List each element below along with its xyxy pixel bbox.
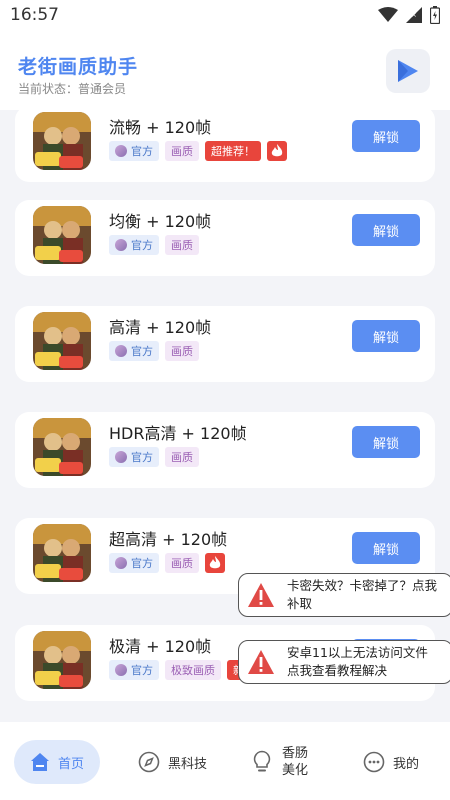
official-dot-icon bbox=[115, 451, 127, 463]
game-thumbnail bbox=[33, 112, 91, 170]
fire-badge bbox=[205, 553, 225, 573]
nav-mine[interactable]: 我的 bbox=[363, 740, 419, 784]
official-dot-icon bbox=[115, 239, 127, 251]
warning-icon bbox=[248, 583, 274, 607]
nav-beauty-label: 香肠美化 bbox=[282, 746, 309, 778]
preset-name: 极清 + 120帧 bbox=[109, 637, 212, 656]
battery-icon bbox=[430, 6, 440, 24]
official-tag-label: 官方 bbox=[131, 451, 153, 464]
preset-list: 流畅 + 120帧 官方 画质 超推荐！ 解锁 均衡 + 120帧 官方 画质 解锁 高清 + 1… bbox=[0, 110, 450, 722]
quality-tag: 画质 bbox=[165, 447, 199, 467]
preset-card: HDR高清 + 120帧 官方 画质 解锁 bbox=[15, 412, 435, 488]
official-dot-icon bbox=[115, 557, 127, 569]
quality-tag: 画质 bbox=[165, 341, 199, 361]
preset-tags: 官方 画质 bbox=[109, 341, 199, 361]
official-tag-label: 官方 bbox=[131, 664, 153, 677]
svg-text:×: × bbox=[411, 11, 417, 19]
android-notice[interactable]: 安卓11以上无法访问文件 点我查看教程解决 bbox=[238, 640, 450, 684]
card-key-notice-line1: 卡密失效？卡密掉了？点我 bbox=[287, 578, 438, 593]
warning-icon bbox=[248, 650, 274, 674]
card-key-notice[interactable]: 卡密失效？卡密掉了？点我 补取 bbox=[238, 573, 450, 617]
preset-tags: 官方 画质 超推荐！ bbox=[109, 141, 287, 161]
fire-icon bbox=[209, 556, 221, 569]
preset-tags: 官方 画质 bbox=[109, 447, 199, 467]
game-thumbnail bbox=[33, 206, 91, 264]
preset-name: 流畅 + 120帧 bbox=[109, 118, 212, 137]
more-icon bbox=[363, 751, 385, 773]
official-tag: 官方 bbox=[109, 447, 159, 467]
unlock-button[interactable]: 解锁 bbox=[352, 214, 420, 246]
official-tag-label: 官方 bbox=[131, 145, 153, 158]
status-bar: 16:57 × bbox=[0, 0, 450, 32]
preset-name: 高清 + 120帧 bbox=[109, 318, 212, 337]
game-thumbnail bbox=[33, 524, 91, 582]
preset-name: HDR高清 + 120帧 bbox=[109, 424, 247, 443]
official-dot-icon bbox=[115, 345, 127, 357]
official-tag: 官方 bbox=[109, 341, 159, 361]
member-status: 当前状态：普通会员 bbox=[18, 80, 126, 97]
nav-beauty[interactable]: 香肠美化 bbox=[252, 740, 314, 784]
preset-tags: 官方 画质 bbox=[109, 235, 199, 255]
official-tag: 官方 bbox=[109, 553, 159, 573]
official-tag-label: 官方 bbox=[131, 345, 153, 358]
home-icon bbox=[31, 753, 49, 771]
app-header: 老街画质助手 当前状态：普通会员 bbox=[0, 32, 450, 110]
signal-icon: × bbox=[406, 7, 422, 23]
card-key-notice-line2: 补取 bbox=[287, 596, 313, 611]
play-icon bbox=[398, 60, 418, 82]
preset-card: 高清 + 120帧 官方 画质 解锁 bbox=[15, 306, 435, 382]
game-thumbnail bbox=[33, 312, 91, 370]
android-notice-line1: 安卓11以上无法访问文件 bbox=[287, 645, 428, 660]
official-tag: 官方 bbox=[109, 235, 159, 255]
unlock-button[interactable]: 解锁 bbox=[352, 532, 420, 564]
preset-name: 均衡 + 120帧 bbox=[109, 212, 212, 231]
compass-icon bbox=[138, 751, 160, 773]
official-tag-label: 官方 bbox=[131, 239, 153, 252]
app-title: 老街画质助手 bbox=[18, 56, 139, 78]
card-key-notice-text: 卡密失效？卡密掉了？点我 补取 bbox=[287, 577, 437, 613]
unlock-button[interactable]: 解锁 bbox=[352, 320, 420, 352]
quality-tag: 画质 bbox=[165, 235, 199, 255]
preset-tags: 官方 画质 bbox=[109, 553, 225, 573]
fire-icon bbox=[271, 144, 283, 157]
android-notice-text: 安卓11以上无法访问文件 点我查看教程解决 bbox=[287, 644, 428, 680]
official-tag: 官方 bbox=[109, 660, 159, 680]
preset-card: 均衡 + 120帧 官方 画质 解锁 bbox=[15, 200, 435, 276]
fire-badge bbox=[267, 141, 287, 161]
preset-card: 流畅 + 120帧官方 画质 超推荐！ 解锁 bbox=[15, 110, 435, 182]
status-time: 16:57 bbox=[10, 5, 59, 25]
nav-home[interactable]: 首页 bbox=[14, 740, 101, 784]
unlock-button[interactable]: 解锁 bbox=[352, 120, 420, 152]
android-notice-line2: 点我查看教程解决 bbox=[287, 663, 388, 678]
play-button[interactable] bbox=[386, 49, 430, 93]
member-status-value: 普通会员 bbox=[78, 82, 127, 96]
bottom-nav: 首页 黑科技 香肠美化 我的 bbox=[0, 722, 450, 800]
quality-tag: 极致画质 bbox=[165, 660, 221, 680]
official-dot-icon bbox=[115, 145, 127, 157]
hot-badge: 超推荐！ bbox=[205, 141, 261, 161]
official-tag-label: 官方 bbox=[131, 557, 153, 570]
preset-name: 超高清 + 120帧 bbox=[109, 530, 228, 549]
nav-tech-label: 黑科技 bbox=[168, 756, 208, 772]
game-thumbnail bbox=[33, 418, 91, 476]
member-status-label: 当前状态： bbox=[18, 82, 79, 96]
nav-home-label: 首页 bbox=[58, 756, 85, 772]
game-thumbnail bbox=[33, 631, 91, 689]
wifi-icon bbox=[378, 7, 398, 22]
official-dot-icon bbox=[115, 664, 127, 676]
lightbulb-icon bbox=[253, 750, 271, 772]
official-tag: 官方 bbox=[109, 141, 159, 161]
quality-tag: 画质 bbox=[165, 553, 199, 573]
status-icons: × bbox=[378, 6, 440, 24]
unlock-button[interactable]: 解锁 bbox=[352, 426, 420, 458]
quality-tag: 画质 bbox=[165, 141, 199, 161]
nav-tech[interactable]: 黑科技 bbox=[138, 740, 207, 784]
nav-mine-label: 我的 bbox=[393, 756, 420, 772]
